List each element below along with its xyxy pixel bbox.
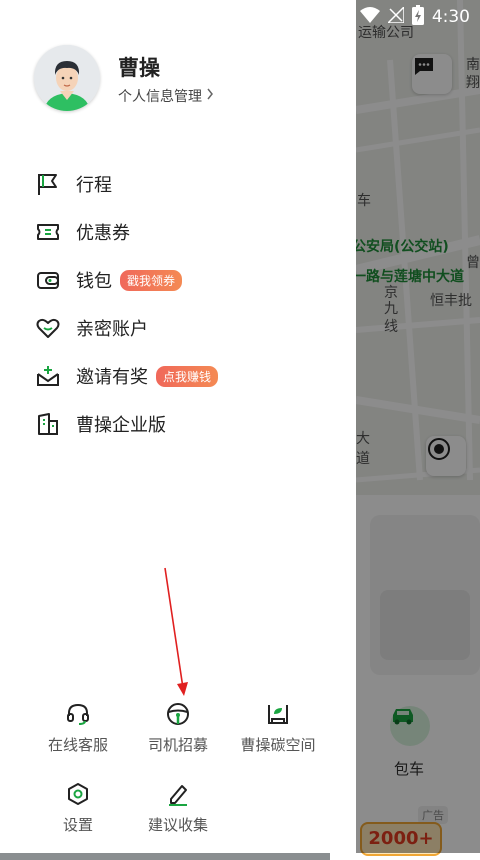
- profile-link-label: 个人信息管理: [118, 89, 202, 105]
- menu-label-family-account: 亲密账户: [76, 319, 148, 340]
- annotation-arrow: [164, 567, 188, 696]
- tool-carbon-space[interactable]: 曹操碳空间: [230, 700, 326, 755]
- menu-item-enterprise[interactable]: 曹操企业版: [34, 400, 334, 448]
- menu-label-coupons: 优惠券: [76, 223, 130, 244]
- tool-settings[interactable]: 设置: [30, 780, 126, 835]
- menu-item-invite[interactable]: 邀请有奖 点我赚钱: [34, 352, 334, 400]
- tool-label-feedback: 建议收集: [147, 816, 208, 834]
- chevron-right-icon: [206, 88, 214, 104]
- menu-label-enterprise: 曹操企业版: [76, 415, 166, 436]
- battery-charging-icon: [411, 5, 424, 29]
- menu-item-coupons[interactable]: 优惠券: [34, 208, 334, 256]
- tool-feedback[interactable]: 建议收集: [130, 780, 226, 835]
- settings-icon: [64, 780, 92, 808]
- avatar-icon: [34, 45, 100, 111]
- headset-icon: [64, 700, 92, 728]
- menu-label-invite: 邀请有奖: [76, 367, 148, 388]
- no-signal-icon: [386, 5, 405, 27]
- flag-icon: [34, 170, 62, 198]
- leaf-box-icon: [264, 700, 292, 728]
- tool-driver-recruit[interactable]: 司机招募: [130, 700, 226, 755]
- status-bar: 4:30: [337, 0, 480, 34]
- invite-icon: [34, 362, 62, 390]
- status-time: 4:30: [431, 7, 470, 27]
- tool-label-settings: 设置: [62, 816, 93, 834]
- avatar[interactable]: [34, 45, 100, 111]
- wallet-icon: [34, 266, 62, 294]
- menu-item-wallet[interactable]: 钱包 戳我领券: [34, 256, 334, 304]
- user-name: 曹操: [118, 56, 160, 80]
- drawer-menu: 行程 优惠券 钱包 戳我领券 亲密账户 邀请有奖 点我赚钱 曹操企业版: [34, 160, 334, 448]
- wifi-icon: [359, 7, 380, 27]
- tool-label-online-service: 在线客服: [47, 736, 108, 754]
- invite-earn-badge[interactable]: 点我赚钱: [156, 365, 219, 387]
- heart-icon: [34, 314, 62, 342]
- menu-label-trips: 行程: [76, 175, 112, 196]
- menu-item-trips[interactable]: 行程: [34, 160, 334, 208]
- menu-label-wallet: 钱包: [76, 271, 112, 292]
- building-icon: [34, 410, 62, 438]
- tool-label-carbon-space: 曹操碳空间: [240, 736, 316, 754]
- wallet-coupon-badge[interactable]: 戳我领券: [120, 269, 183, 291]
- tool-online-service[interactable]: 在线客服: [30, 700, 126, 755]
- steering-wheel-icon: [164, 700, 192, 728]
- side-drawer: 曹操 个人信息管理 行程 优惠券 钱包 戳我领券 亲密账户 邀请有奖 点我赚钱 …: [0, 0, 356, 853]
- pen-icon: [164, 780, 192, 808]
- menu-item-family-account[interactable]: 亲密账户: [34, 304, 334, 352]
- tool-label-driver-recruit: 司机招募: [147, 736, 208, 754]
- profile-management-link[interactable]: 个人信息管理: [118, 86, 214, 106]
- coupon-icon: [34, 218, 62, 246]
